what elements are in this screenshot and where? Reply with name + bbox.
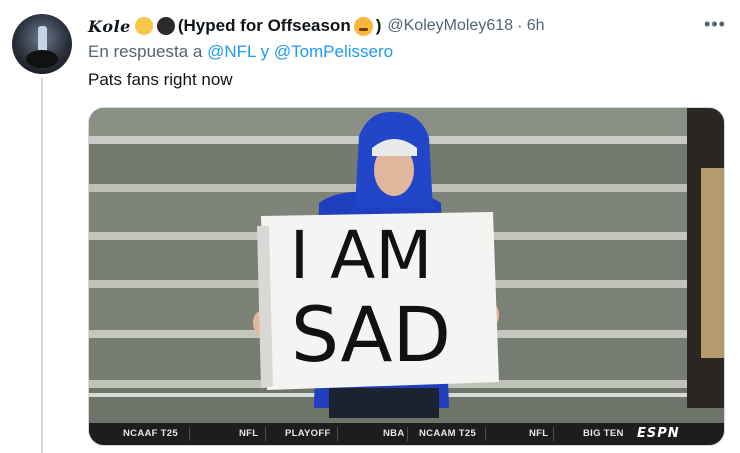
reply-joiner: y [260, 42, 270, 61]
ticker-item-ncaaf-t25: NCAAF T25 [123, 428, 178, 439]
ticker-item-ncaam-t25: NCAAM T25 [419, 428, 477, 439]
separator: · [517, 16, 523, 35]
more-options-icon[interactable]: ••• [703, 14, 727, 38]
ticker-divider [337, 427, 338, 441]
ticker-divider [407, 427, 408, 441]
ticker-divider [485, 427, 486, 441]
thread-line [41, 78, 43, 453]
display-name-close: ) [375, 16, 382, 35]
reply-context: En respuesta a @NFL y @TomPelissero [88, 42, 393, 62]
ticker-item-nfl-2: NFL [529, 428, 549, 439]
yellow-circle-icon [134, 17, 153, 35]
sign-line-2: SAD [291, 290, 451, 379]
ticker-item-nfl: NFL [239, 428, 259, 439]
ticker-item-playoff: PLAYOFF [285, 428, 331, 439]
avatar-ball [26, 50, 58, 68]
ticker-divider [553, 427, 554, 441]
reply-prefix: En respuesta a [88, 42, 203, 61]
ticker-item-nba: NBA [383, 428, 405, 439]
display-name[interactable]: 𝑲𝒐𝒍𝒆 [88, 17, 131, 36]
avatar[interactable] [12, 14, 72, 74]
display-name-suffix[interactable]: (Hyped for Offseason [178, 16, 351, 36]
steam-face-emoji-icon [353, 16, 373, 36]
black-circle-icon [156, 17, 175, 35]
reply-mention-nfl[interactable]: @NFL [207, 42, 256, 61]
ticker-item-big-ten: BIG TEN [583, 428, 624, 439]
reply-mention-tompelissero[interactable]: @TomPelissero [274, 42, 393, 61]
timestamp[interactable]: 6h [527, 17, 545, 35]
user-handle[interactable]: @KoleyMoley618 [387, 17, 513, 35]
stadium-scene: I AM SAD [89, 108, 724, 445]
sign-line-1: I AM [290, 217, 433, 294]
espn-logo: ESPN [637, 426, 680, 441]
ticker-divider [265, 427, 266, 441]
espn-ticker: NCAAF T25 NFL PLAYOFF NBA NCAAM T25 NFL … [89, 423, 724, 445]
ticker-divider [189, 427, 190, 441]
tweet-media-image[interactable]: I AM SAD NCAAF T25 NFL PLAYOFF NBA NCAAM… [88, 107, 725, 446]
tweet-text: Pats fans right now [88, 70, 233, 89]
tweet-header: 𝑲𝒐𝒍𝒆 (Hyped for Offseason ) @KoleyMoley6… [88, 14, 544, 38]
